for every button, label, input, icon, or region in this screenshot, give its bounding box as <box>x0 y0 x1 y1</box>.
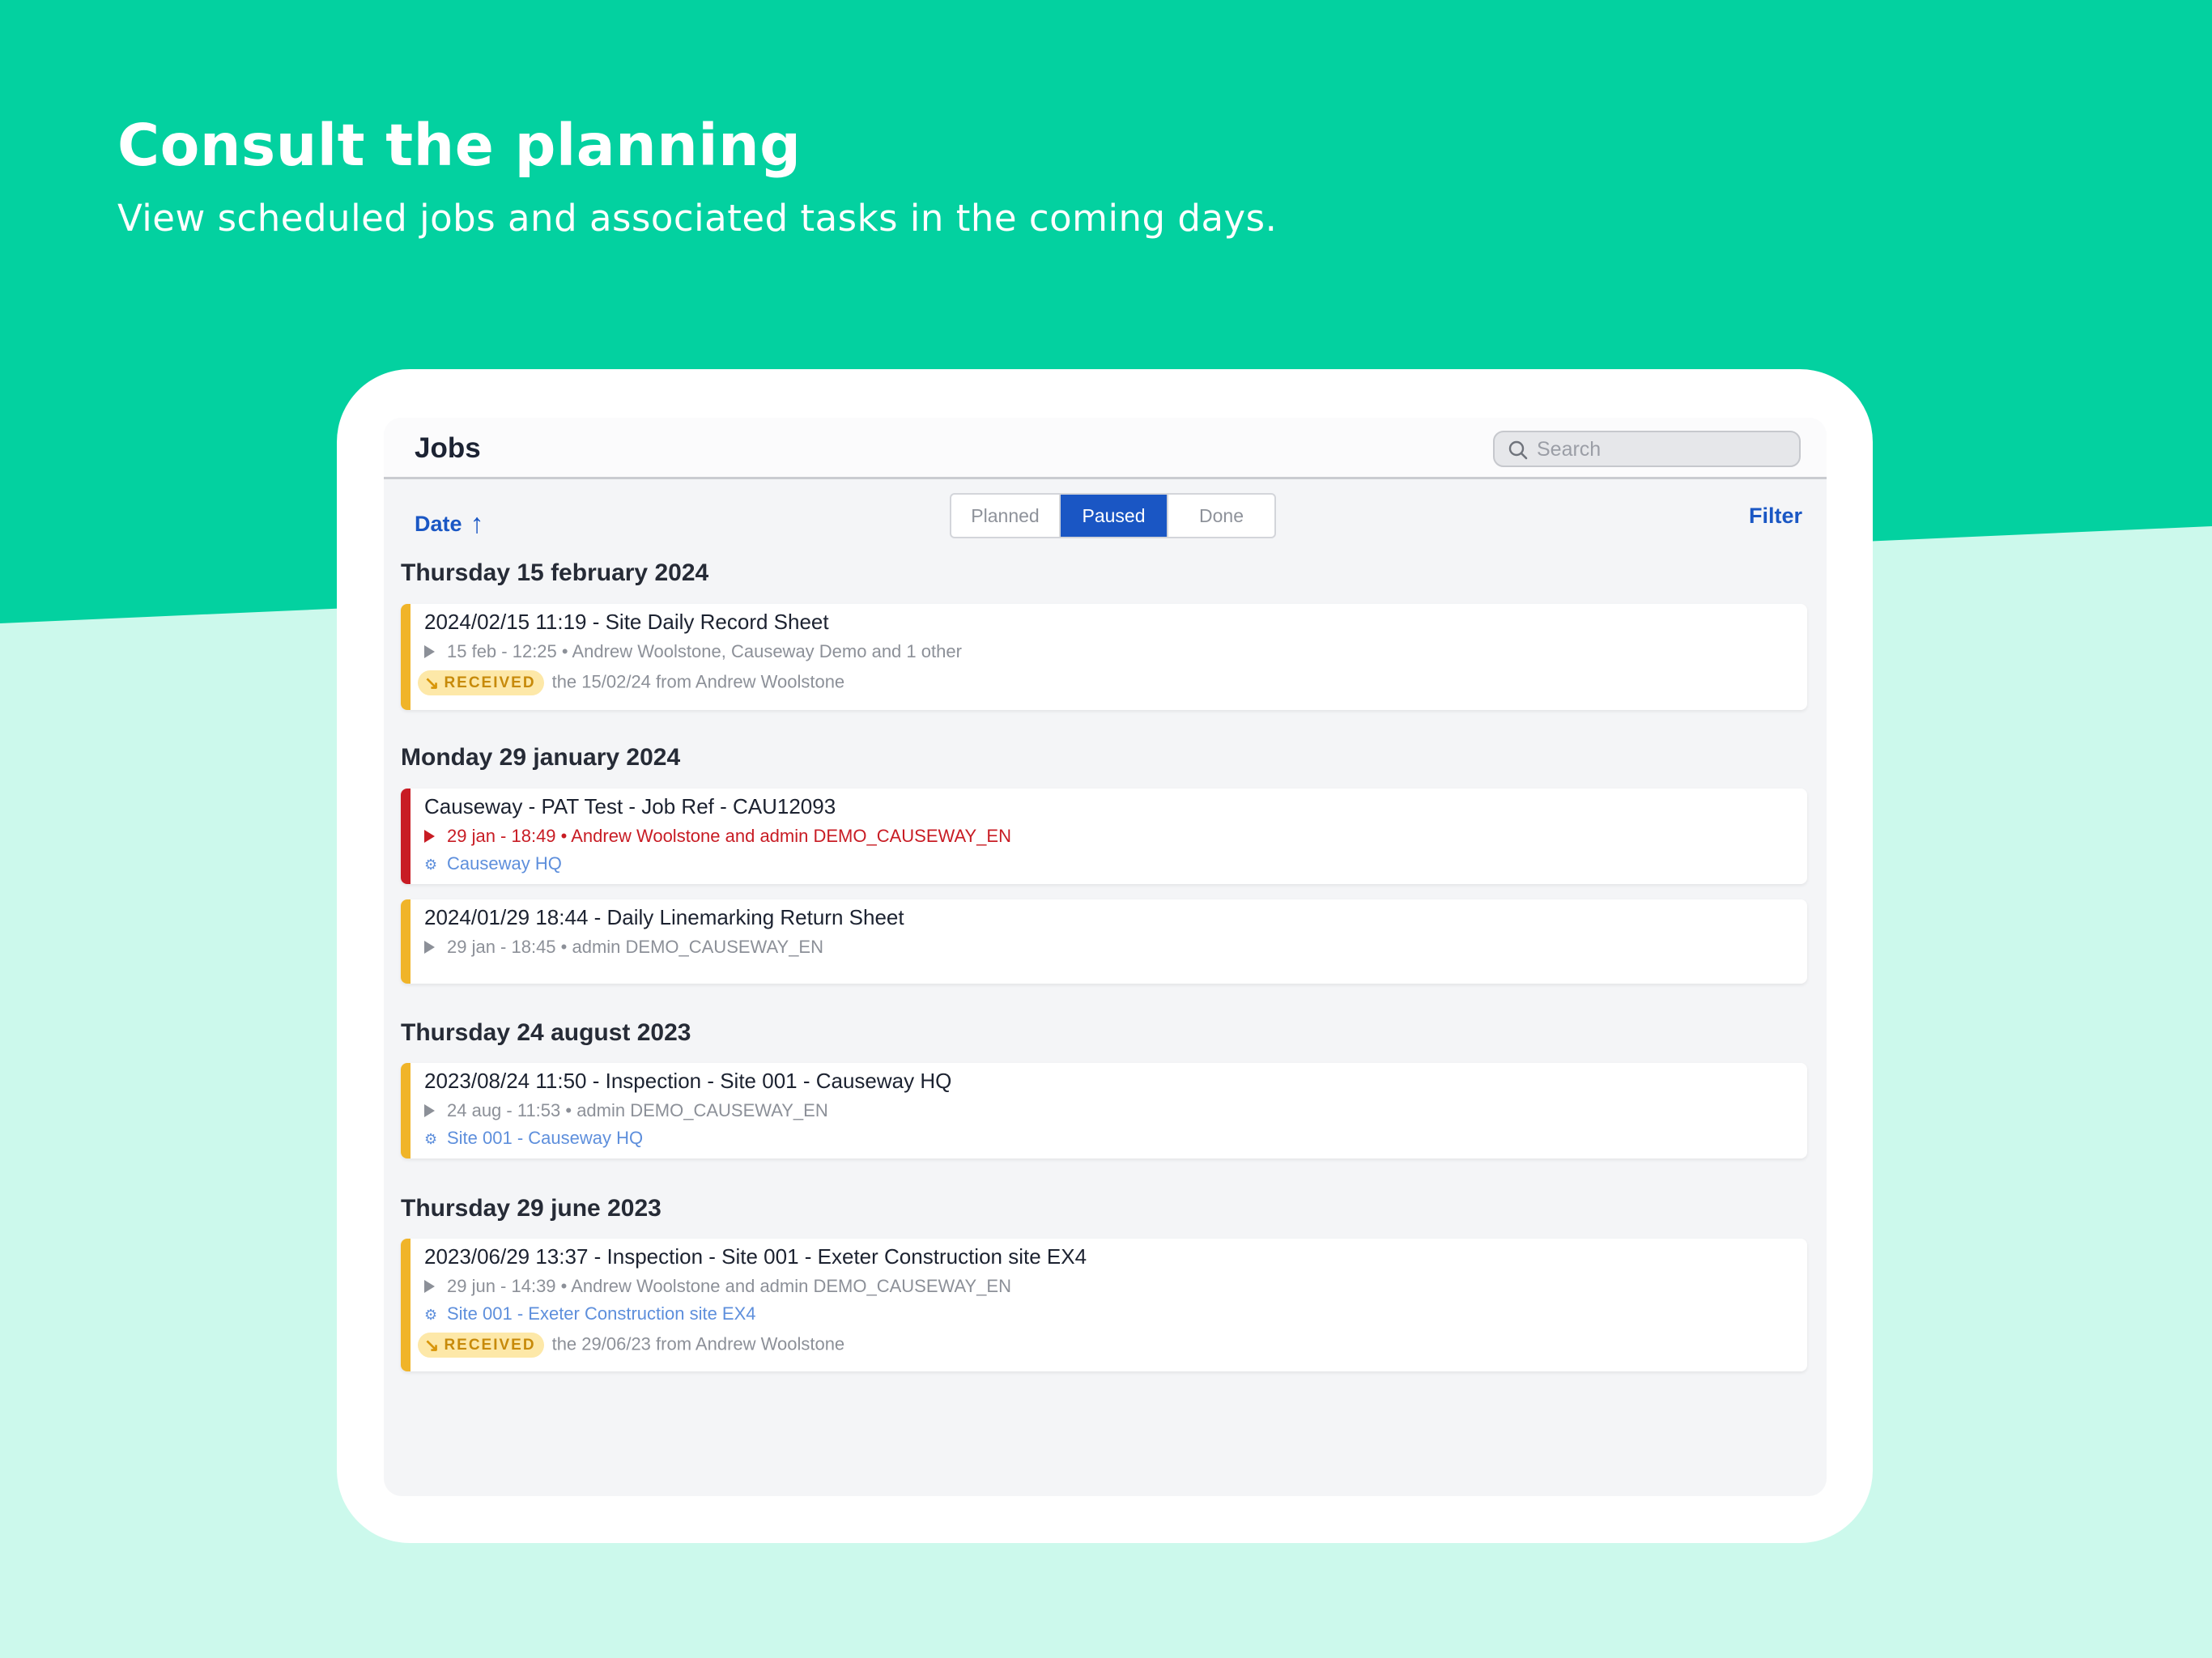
job-site: ⚙ Causeway HQ <box>424 853 562 874</box>
status-bar <box>401 1063 410 1158</box>
job-site: ⚙ Site 001 - Causeway HQ <box>424 1128 644 1148</box>
sort-by-date-button[interactable]: Date ↑ <box>415 508 484 540</box>
play-icon <box>424 645 435 658</box>
job-meta: 15 feb - 12:25 • Andrew Woolstone, Cause… <box>424 641 962 662</box>
received-text: the 29/06/23 from Andrew Woolstone <box>551 1333 845 1354</box>
status-bar <box>401 789 410 884</box>
received-badge: ↘ RECEIVED <box>418 1333 544 1358</box>
job-meta: 29 jun - 14:39 • Andrew Woolstone and ad… <box>424 1276 1011 1297</box>
top-bar: Jobs <box>384 418 1827 479</box>
sort-label: Date <box>415 512 462 536</box>
job-title: 2024/02/15 11:19 - Site Daily Record She… <box>424 610 829 634</box>
job-card[interactable]: 2024/02/15 11:19 - Site Daily Record She… <box>401 604 1807 710</box>
jobs-screen: Jobs Date ↑ Planned Paused Done Filter Th… <box>384 418 1827 1496</box>
job-title: Causeway - PAT Test - Job Ref - CAU12093 <box>424 794 836 818</box>
job-meta: 24 aug - 11:53 • admin DEMO_CAUSEWAY_EN <box>424 1100 828 1121</box>
status-bar <box>401 604 410 710</box>
arrow-down-right-icon: ↘ <box>424 1334 440 1355</box>
status-bar <box>401 899 410 984</box>
play-icon <box>424 1280 435 1293</box>
date-header: Thursday 15 february 2024 <box>401 559 709 586</box>
job-title: 2023/08/24 11:50 - Inspection - Site 001… <box>424 1069 952 1093</box>
job-meta: 29 jan - 18:49 • Andrew Woolstone and ad… <box>424 826 1011 847</box>
status-segmented-control: Planned Paused Done <box>950 493 1276 538</box>
page-title: Jobs <box>415 432 481 464</box>
gear-icon: ⚙ <box>424 1307 438 1323</box>
search-icon <box>1508 440 1528 460</box>
filter-button[interactable]: Filter <box>1749 504 1802 529</box>
job-title: 2024/01/29 18:44 - Daily Linemarking Ret… <box>424 905 904 929</box>
page-headline: Consult the planning <box>117 112 802 179</box>
job-card[interactable]: Causeway - PAT Test - Job Ref - CAU12093… <box>401 789 1807 884</box>
tab-paused[interactable]: Paused <box>1059 495 1167 537</box>
received-badge: ↘ RECEIVED <box>418 670 544 695</box>
job-site: ⚙ Site 001 - Exeter Construction site EX4 <box>424 1303 756 1324</box>
page-subline: View scheduled jobs and associated tasks… <box>117 197 1278 240</box>
tab-done[interactable]: Done <box>1167 495 1274 537</box>
job-card[interactable]: 2023/08/24 11:50 - Inspection - Site 001… <box>401 1063 1807 1158</box>
received-text: the 15/02/24 from Andrew Woolstone <box>551 671 845 692</box>
gear-icon: ⚙ <box>424 857 438 873</box>
received-line: ↘ RECEIVED the 29/06/23 from Andrew Woolst… <box>418 1333 844 1358</box>
search-bar[interactable] <box>1493 431 1801 467</box>
play-icon <box>424 941 435 954</box>
job-title: 2023/06/29 13:37 - Inspection - Site 001… <box>424 1244 1087 1269</box>
job-card[interactable]: 2023/06/29 13:37 - Inspection - Site 001… <box>401 1239 1807 1371</box>
date-header: Thursday 29 june 2023 <box>401 1195 661 1222</box>
play-icon <box>424 830 435 843</box>
date-header: Thursday 24 august 2023 <box>401 1019 691 1046</box>
arrow-down-right-icon: ↘ <box>424 672 440 693</box>
status-bar <box>401 1239 410 1371</box>
arrow-up-icon: ↑ <box>470 508 484 539</box>
play-icon <box>424 1104 435 1117</box>
tab-planned[interactable]: Planned <box>951 495 1059 537</box>
job-meta: 29 jan - 18:45 • admin DEMO_CAUSEWAY_EN <box>424 937 823 958</box>
gear-icon: ⚙ <box>424 1131 438 1147</box>
received-line: ↘ RECEIVED the 15/02/24 from Andrew Woolst… <box>418 670 844 695</box>
job-card[interactable]: 2024/01/29 18:44 - Daily Linemarking Ret… <box>401 899 1807 984</box>
search-input[interactable] <box>1537 436 1788 463</box>
date-header: Monday 29 january 2024 <box>401 744 681 771</box>
